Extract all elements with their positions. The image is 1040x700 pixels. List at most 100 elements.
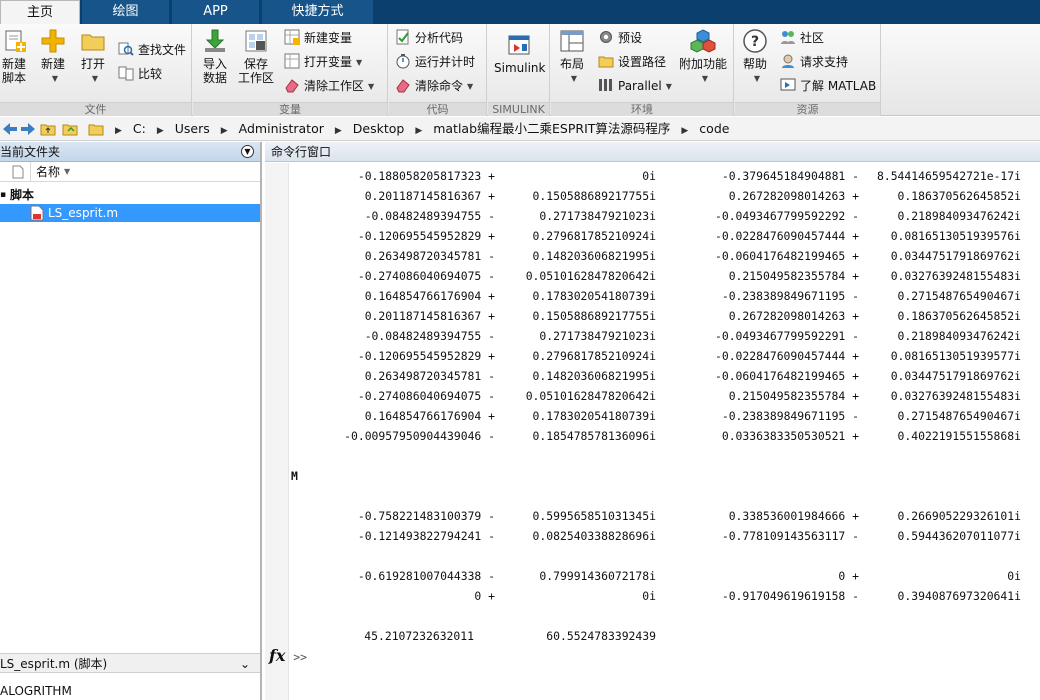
- ribbon-group-environment: 布局 ▼ 预设 设置路径 Parallel ▼ 附加功能 ▼ 环境: [551, 24, 734, 116]
- breadcrumb-segment[interactable]: Desktop: [353, 121, 405, 136]
- panel-actions-button[interactable]: ▼: [241, 145, 254, 158]
- ribbon-tab-bar: 主页 绘图 APP 快捷方式: [0, 0, 1040, 24]
- community-button[interactable]: 社区: [780, 28, 824, 48]
- file-details-header[interactable]: LS_esprit.m (脚本) ⌄: [0, 653, 260, 673]
- preferences-button[interactable]: 预设: [598, 28, 642, 48]
- forward-arrow-icon[interactable]: [20, 121, 36, 137]
- matrix-cell: 0.178302054180739i: [532, 409, 656, 423]
- help-button[interactable]: ? 帮助 ▼: [739, 28, 771, 86]
- layout-button[interactable]: 布局 ▼: [555, 28, 589, 86]
- group-label-variable: 变量: [193, 102, 387, 116]
- matrix-cell: 0.215049582355784 +: [728, 269, 859, 283]
- matrix-cell: 0i: [642, 169, 656, 183]
- new-button[interactable]: 新建 ▼: [38, 28, 68, 86]
- breadcrumb-segment[interactable]: C:: [133, 121, 146, 136]
- matrix-cell: 0.185478578136096i: [532, 429, 656, 443]
- matrix-cell: -0.08482489394755 -: [364, 209, 495, 223]
- breadcrumb-segment[interactable]: Administrator: [239, 121, 324, 136]
- matrix-cell: 0.279681785210924i: [532, 349, 656, 363]
- parallel-button[interactable]: Parallel ▼: [598, 76, 672, 96]
- addons-button[interactable]: 附加功能 ▼: [679, 28, 727, 86]
- set-path-button[interactable]: 设置路径: [598, 52, 666, 72]
- chevron-down-icon: ▼: [368, 82, 375, 91]
- tab-home[interactable]: 主页: [0, 0, 80, 24]
- matrix-cell: 0.0344751791869762i: [890, 369, 1021, 383]
- matrix-cell: 0.178302054180739i: [532, 289, 656, 303]
- matrix-cell: 0 +: [474, 589, 495, 603]
- clear-commands-button[interactable]: 清除命令 ▼: [395, 76, 473, 96]
- matrix-cell: -0.758221483100379 -: [357, 509, 495, 523]
- breadcrumb-segment[interactable]: matlab编程最小二乘ESPRIT算法源码程序: [433, 121, 670, 136]
- function-browser-icon[interactable]: fx: [269, 646, 285, 665]
- chevron-down-icon[interactable]: ⌄: [240, 654, 250, 674]
- group-label-resources: 资源: [735, 102, 880, 116]
- command-window-title: 命令行窗口: [271, 145, 332, 159]
- new-label: 新建: [40, 57, 65, 71]
- import-data-button[interactable]: 导入 数据: [200, 28, 230, 85]
- back-arrow-icon[interactable]: [2, 121, 18, 137]
- learn-matlab-icon: [780, 78, 796, 91]
- matrix-cell: 0.263498720345781 -: [364, 369, 495, 383]
- chevron-right-icon: ▶: [156, 126, 164, 136]
- save-workspace-icon: [245, 30, 267, 52]
- new-script-icon: [5, 30, 26, 52]
- learn-matlab-button[interactable]: 了解 MATLAB: [780, 76, 876, 96]
- new-script-button[interactable]: 新建 脚本: [2, 28, 26, 85]
- help-label: 帮助: [742, 57, 767, 71]
- matrix-cell: -0.0228476090457444 +: [714, 229, 859, 243]
- new-variable-button[interactable]: 新建变量: [284, 28, 352, 48]
- browse-folder-icon[interactable]: [62, 121, 78, 137]
- clear-commands-label: 清除命令: [415, 79, 464, 93]
- matrix-cell: 0.0816513051939576i: [890, 229, 1021, 243]
- matrix-cell: -0.619281007044338 -: [357, 569, 495, 583]
- find-files-button[interactable]: 查找文件: [118, 40, 186, 60]
- chevron-down-icon: ▼: [244, 147, 251, 156]
- layout-icon: [560, 30, 584, 52]
- run-and-time-button[interactable]: 运行并计时: [395, 52, 475, 72]
- matrix-cell: -0.379645184904881 -: [721, 169, 859, 183]
- command-prompt[interactable]: fx >>: [269, 645, 307, 667]
- find-files-label: 查找文件: [138, 43, 187, 57]
- sort-caret-icon: ▼: [64, 167, 71, 176]
- file-icon: [12, 165, 24, 179]
- open-variable-icon: [284, 53, 300, 69]
- matrix-cell: 0.150588689217755i: [532, 189, 656, 203]
- tab-apps[interactable]: APP: [172, 0, 260, 24]
- matrix-cell: 0.0510162847820642i: [525, 269, 656, 283]
- result-value: 60.5524783392439: [546, 629, 656, 643]
- matrix-cell: -0.274086040694075 -: [357, 269, 495, 283]
- folder-icon: [81, 34, 105, 51]
- collapse-icon[interactable]: ▪: [0, 186, 6, 204]
- group-label-simulink: SIMULINK: [488, 102, 549, 116]
- simulink-button[interactable]: Simulink: [494, 32, 545, 75]
- matrix-cell: 0.279681785210924i: [532, 229, 656, 243]
- tree-group-scripts[interactable]: ▪ 脚本: [0, 186, 260, 204]
- matrix-cell: 0.594436207011077i: [897, 529, 1021, 543]
- result-value: 45.2107232632011: [364, 629, 474, 643]
- matrix-cell: -0.0228476090457444 +: [714, 349, 859, 363]
- m-file-icon: [30, 205, 44, 221]
- column-name-label: 名称: [36, 165, 61, 179]
- analyze-code-button[interactable]: 分析代码: [395, 28, 463, 48]
- open-button[interactable]: 打开 ▼: [78, 28, 108, 86]
- breadcrumb-segment[interactable]: Users: [175, 121, 210, 136]
- compare-button[interactable]: 比较: [118, 64, 162, 84]
- request-support-button[interactable]: 请求支持: [780, 52, 848, 72]
- matrix-cell: 0.218984093476242i: [897, 209, 1021, 223]
- tab-shortcuts[interactable]: 快捷方式: [262, 0, 374, 24]
- breadcrumb-segment[interactable]: code: [699, 121, 729, 136]
- command-output: -0.188058205817323 + 0i -0.3796451849048…: [265, 163, 1040, 643]
- matrix-cell: 0.263498720345781 -: [364, 249, 495, 263]
- clear-workspace-button[interactable]: 清除工作区 ▼: [284, 76, 374, 96]
- matrix-cell: 0.164854766176904 +: [364, 409, 495, 423]
- open-variable-button[interactable]: 打开变量 ▼: [284, 52, 362, 72]
- up-folder-icon[interactable]: [40, 121, 56, 137]
- eraser-icon: [285, 79, 299, 93]
- community-label: 社区: [800, 31, 825, 45]
- list-item-ls-esprit[interactable]: LS_esprit.m: [0, 204, 260, 222]
- save-workspace-button[interactable]: 保存 工作区: [238, 28, 274, 85]
- name-column-header[interactable]: 名称 ▼: [0, 162, 260, 182]
- import-icon: [205, 29, 225, 52]
- chevron-down-icon: ▼: [753, 74, 761, 83]
- tab-plots[interactable]: 绘图: [82, 0, 170, 24]
